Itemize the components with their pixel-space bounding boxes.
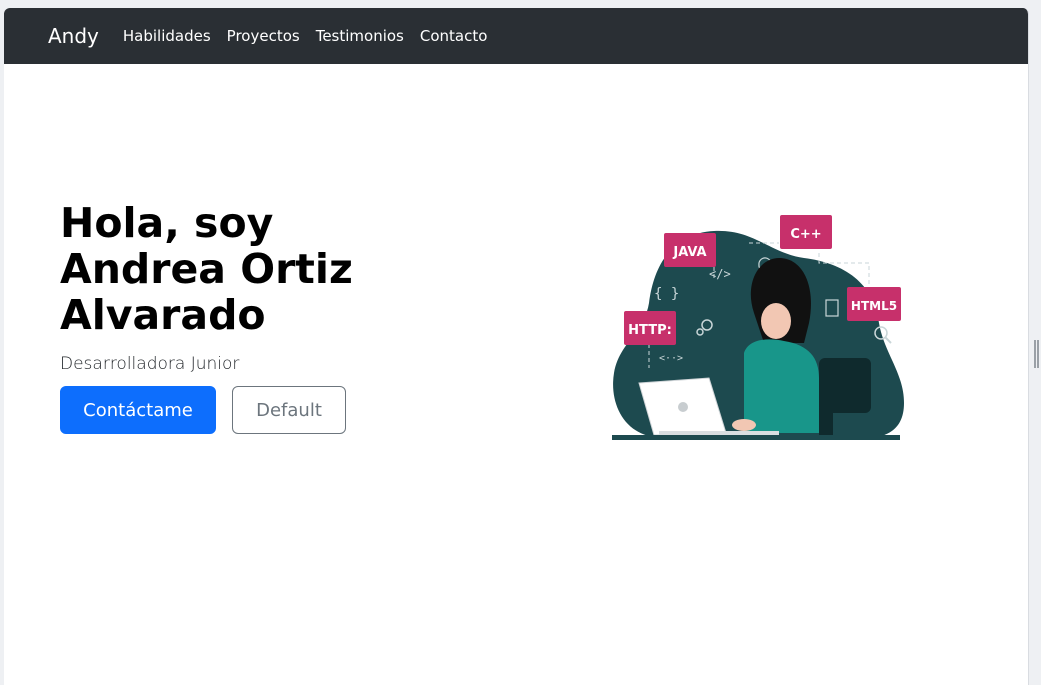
svg-text:</>: </> xyxy=(709,267,731,281)
hero-title: Hola, soy Andrea Ortiz Alvarado xyxy=(60,199,353,339)
svg-text:<··>: <··> xyxy=(659,353,683,364)
nav-link-proyectos[interactable]: Proyectos xyxy=(227,27,300,45)
svg-text:JAVA: JAVA xyxy=(672,245,706,260)
svg-text:C++: C++ xyxy=(790,227,821,242)
nav-link-contacto[interactable]: Contacto xyxy=(420,27,488,45)
svg-text:HTML5: HTML5 xyxy=(851,299,897,313)
svg-text:HTTP:: HTTP: xyxy=(628,323,672,338)
developer-illustration: </> { } <··> JAVA C++ HTTP: HTML5 xyxy=(612,215,904,440)
nav-link-testimonios[interactable]: Testimonios xyxy=(316,27,404,45)
default-button[interactable]: Default xyxy=(232,386,346,434)
hero-subtitle: Desarrolladora Junior xyxy=(60,354,240,374)
browser-viewport: Andy Habilidades Proyectos Testimonios C… xyxy=(4,8,1029,685)
nav-link-habilidades[interactable]: Habilidades xyxy=(123,27,211,45)
svg-text:{ }: { } xyxy=(654,286,679,302)
navbar: Andy Habilidades Proyectos Testimonios C… xyxy=(4,8,1028,64)
hero-section: Hola, soy Andrea Ortiz Alvarado Desarrol… xyxy=(60,200,420,434)
resize-handle[interactable] xyxy=(1034,340,1039,368)
navbar-brand[interactable]: Andy xyxy=(48,24,99,48)
contact-button[interactable]: Contáctame xyxy=(60,386,216,434)
hero-buttons: Contáctame Default xyxy=(60,386,420,434)
